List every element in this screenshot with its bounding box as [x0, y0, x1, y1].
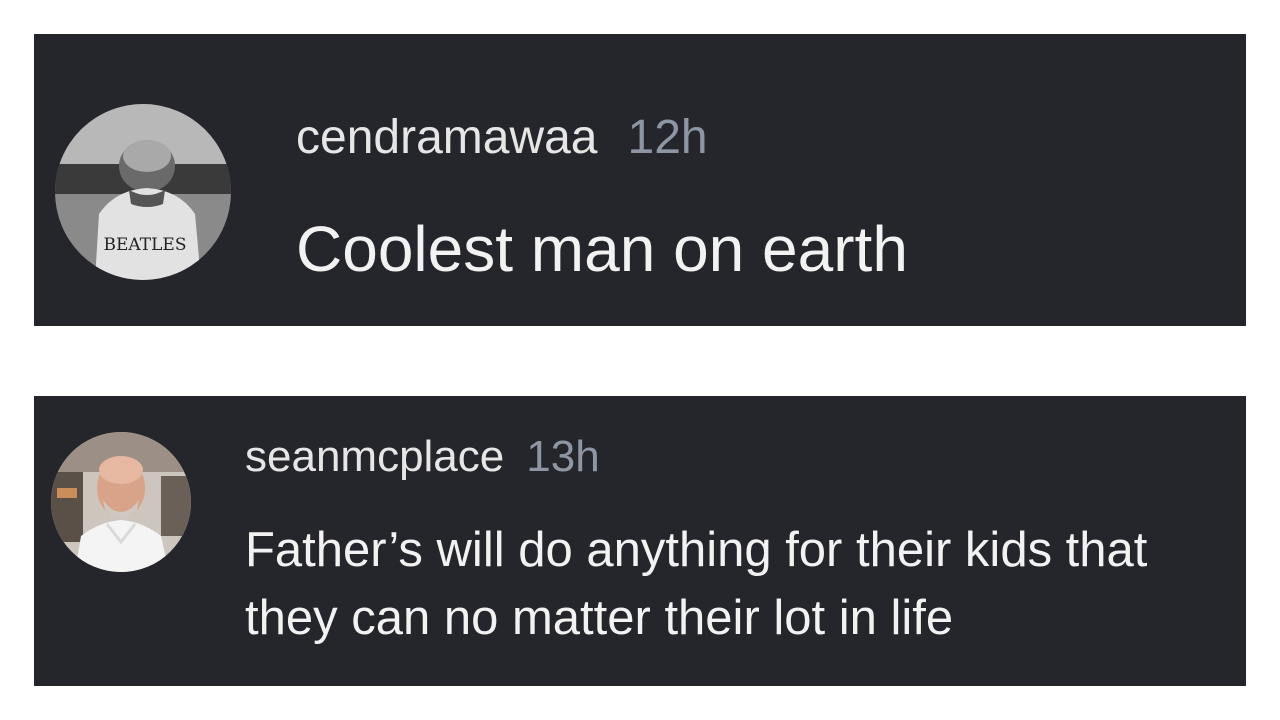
avatar-logo-text: BEATLES [104, 235, 187, 255]
username-link[interactable]: cendramawaa [296, 111, 598, 164]
reply-link-cutoff[interactable] [245, 678, 335, 686]
beatles-shirt-avatar-icon: BEATLES [55, 104, 231, 280]
user-avatar[interactable] [51, 432, 191, 572]
username-link[interactable]: seanmcplace [245, 432, 504, 481]
comment-meta: seanmcplace 13h [245, 432, 600, 482]
comment-text: Coolest man on earth [296, 213, 908, 285]
timestamp: 13h [526, 432, 600, 481]
comment-card: BEATLES cendramawaa 12h Coolest man on ea… [34, 34, 1246, 326]
comment-meta: cendramawaa 12h [296, 110, 708, 165]
comment-text: Father’s will do anything for their kids… [245, 523, 1148, 645]
bald-man-avatar-icon [51, 432, 191, 572]
timestamp: 12h [627, 111, 708, 164]
user-avatar[interactable]: BEATLES [55, 104, 231, 280]
comment-card: seanmcplace 13h Father’s will do anything… [34, 396, 1246, 686]
